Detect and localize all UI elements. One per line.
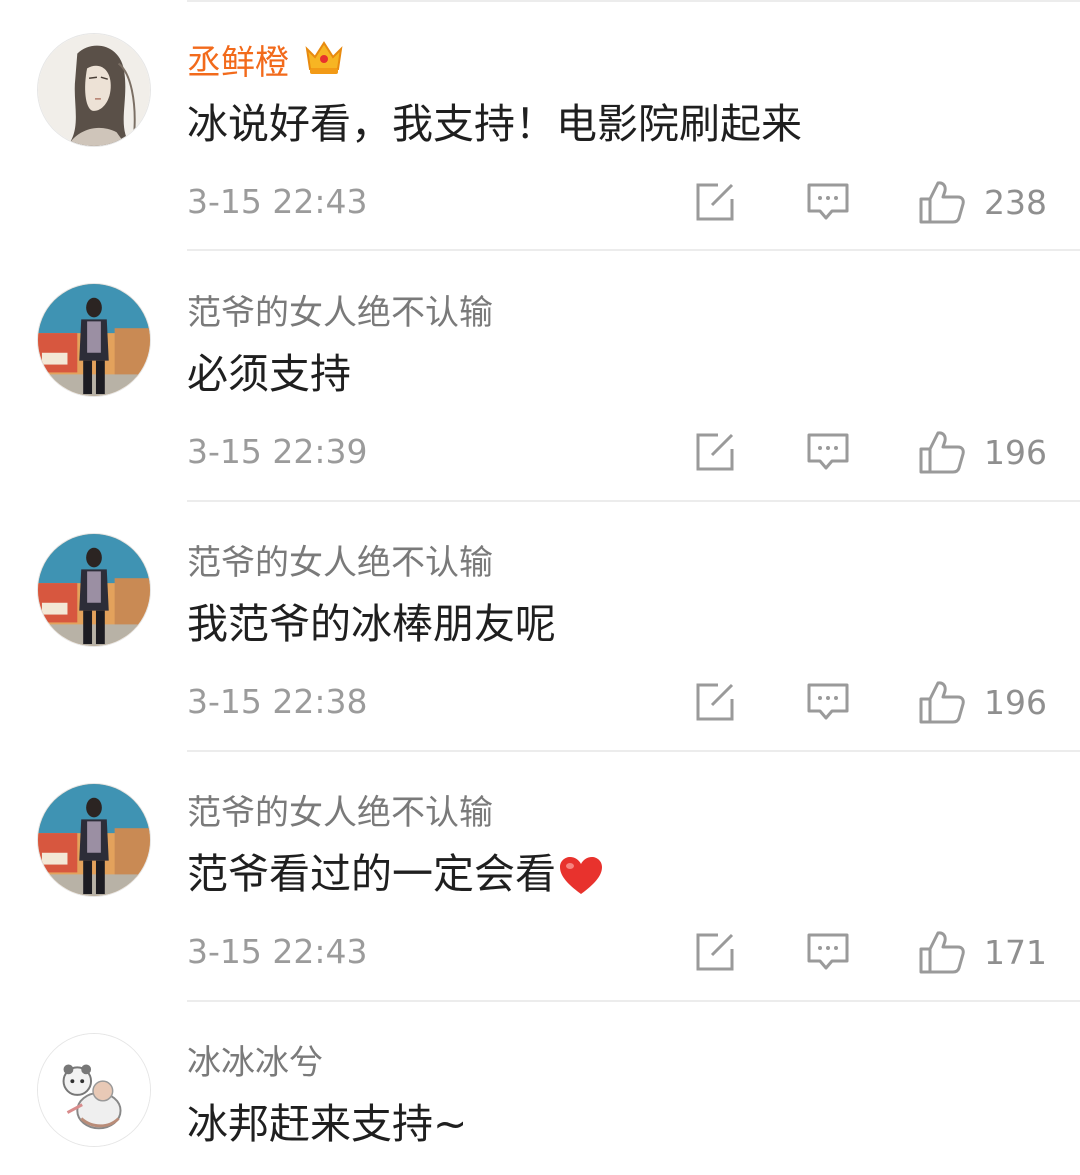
thumbs-up-icon [919,931,965,974]
timestamp: 3-15 22:43 [187,932,368,971]
timestamp: 3-15 22:43 [187,182,368,221]
standing-person-photo-image [38,784,150,896]
avatar[interactable] [37,33,151,147]
like-count: 196 [984,432,1047,472]
comment-text: 我范爷的冰棒朋友呢 [187,600,556,648]
username[interactable]: 范爷的女人绝不认输 [187,785,493,834]
username[interactable]: 冰冰冰兮 [187,1035,323,1084]
repost-button[interactable] [694,179,736,225]
standing-person-photo-image [38,534,150,646]
edit-share-icon [696,433,734,471]
comment-text: 冰邦赶来支持~ [187,1100,468,1148]
edit-share-icon [696,933,734,971]
comment-item: 范爷的女人绝不认输 范爷看过的一定会看 3-15 22:43 171 [0,750,1080,1002]
heart-emoji [558,854,604,894]
username[interactable]: 范爷的女人绝不认输 [187,285,493,334]
illustrated-portrait-image [38,34,150,146]
avatar[interactable] [37,783,151,897]
cartoon-bear-drawing-image [38,1034,150,1146]
repost-button[interactable] [694,429,736,475]
comment-button[interactable] [806,929,850,975]
standing-person-photo-image [38,284,150,396]
thumbs-up-icon [919,181,965,224]
comment-item: 丞鲜橙 冰说好看，我支持！电影院刷起来 3-15 22:43 238 [0,0,1080,251]
repost-button[interactable] [694,929,736,975]
edit-share-icon [696,683,734,721]
avatar[interactable] [37,1033,151,1147]
comment-button[interactable] [806,679,850,725]
comment-text-row: 范爷看过的一定会看 [187,846,604,902]
thumbs-up-icon [919,681,965,724]
like-count: 238 [984,182,1047,222]
repost-button[interactable] [694,679,736,725]
comment-bubble-icon [807,433,849,470]
comment-bubble-icon [807,933,849,970]
comment-bubble-icon [807,183,849,220]
timestamp: 3-15 22:38 [187,682,368,721]
edit-share-icon [696,183,734,221]
username[interactable]: 丞鲜橙 [187,35,289,84]
comment-button[interactable] [806,429,850,475]
comment-text: 必须支持 [187,350,351,398]
comment-text: 范爷看过的一定会看 [187,850,556,898]
timestamp: 3-15 22:39 [187,432,368,471]
like-count: 171 [984,932,1047,972]
comment-text: 冰说好看，我支持！电影院刷起来 [187,100,802,148]
like-button[interactable]: 196 [918,429,1047,475]
comment-item: 范爷的女人绝不认输 我范爷的冰棒朋友呢 3-15 22:38 196 [0,500,1080,752]
comment-item: 冰冰冰兮 冰邦赶来支持~ [0,1000,1080,1175]
like-button[interactable]: 196 [918,679,1047,725]
like-count: 196 [984,682,1047,722]
like-button[interactable]: 171 [918,929,1047,975]
comment-bubble-icon [807,683,849,720]
avatar[interactable] [37,533,151,647]
avatar[interactable] [37,283,151,397]
comment-button[interactable] [806,179,850,225]
username[interactable]: 范爷的女人绝不认输 [187,535,493,584]
crown-badge-icon [303,37,345,81]
comment-item: 范爷的女人绝不认输 必须支持 3-15 22:39 196 [0,250,1080,502]
like-button[interactable]: 238 [918,179,1047,225]
thumbs-up-icon [919,431,965,474]
